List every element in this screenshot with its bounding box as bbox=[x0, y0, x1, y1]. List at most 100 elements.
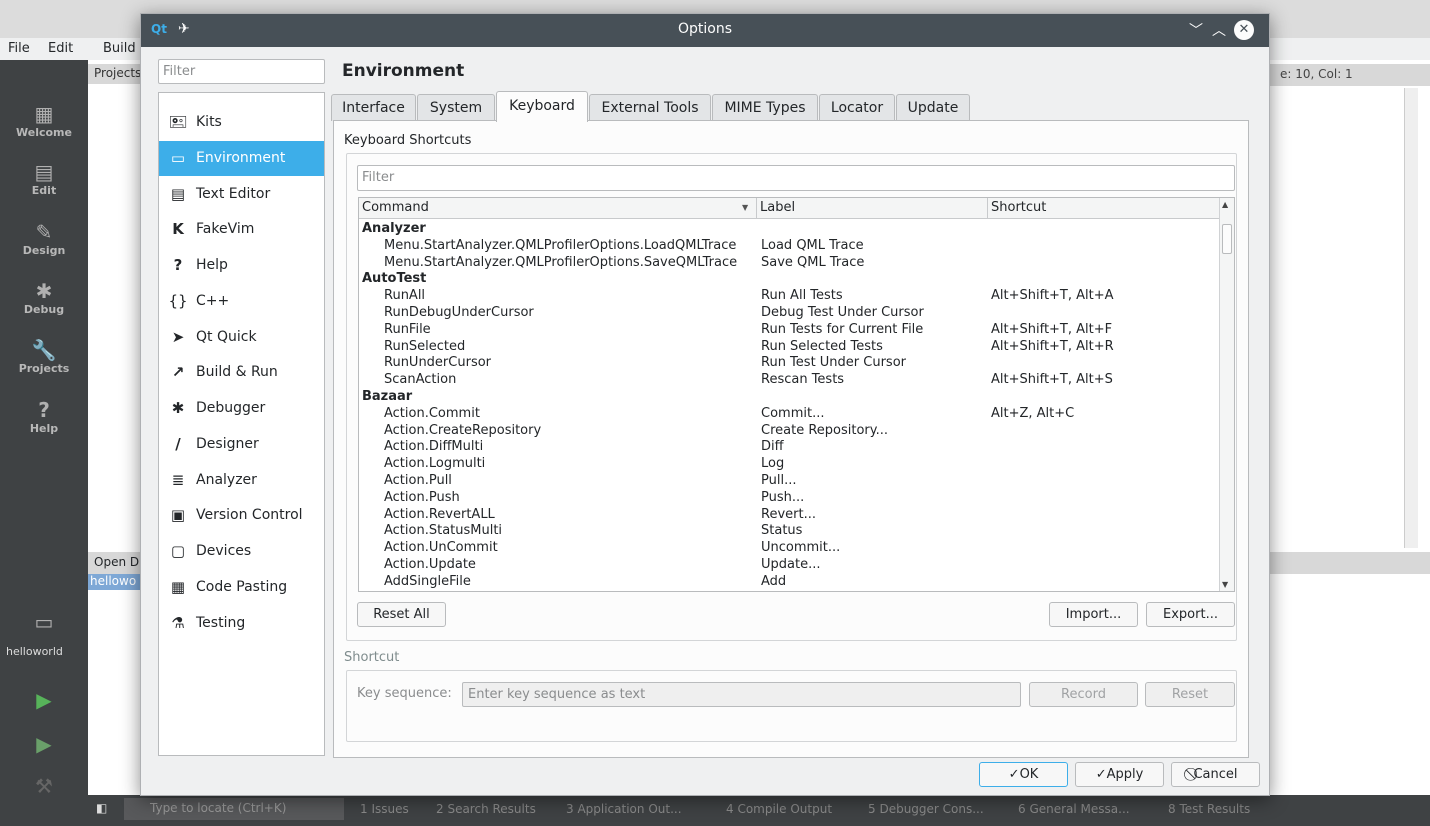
category-qt-quick[interactable]: ➤ Qt Quick bbox=[159, 320, 324, 355]
table-row[interactable]: AddSingleFile Add bbox=[359, 573, 1219, 590]
tree-group-row[interactable]: AutoTest bbox=[359, 270, 1219, 287]
category-fakevim[interactable]: K FakeVim bbox=[159, 212, 324, 247]
mode-debug[interactable]: ✱ Debug bbox=[0, 279, 88, 316]
table-row[interactable]: Action.StatusMulti Status bbox=[359, 522, 1219, 539]
category-cpp[interactable]: {} C++ bbox=[159, 284, 324, 319]
table-row[interactable]: Action.CreateRepository Create Repository… bbox=[359, 422, 1219, 439]
output-tab-issues[interactable]: 1 Issues bbox=[360, 802, 409, 816]
scrollbar-thumb[interactable] bbox=[1222, 224, 1232, 254]
category-environment[interactable]: ▭ Environment bbox=[159, 141, 324, 176]
table-row[interactable]: RunUnderCursor Run Test Under Cursor bbox=[359, 354, 1219, 371]
apply-button[interactable]: ✓Apply bbox=[1075, 762, 1164, 787]
tab-external-tools[interactable]: External Tools bbox=[589, 94, 711, 121]
table-row[interactable]: Action.Pull Pull... bbox=[359, 472, 1219, 489]
cursor-position-info: e: 10, Col: 1 bbox=[1262, 64, 1430, 86]
output-tab-general[interactable]: 6 General Messa... bbox=[1018, 802, 1130, 816]
category-build-run[interactable]: ↗ Build & Run bbox=[159, 355, 324, 390]
table-row[interactable]: ScanAction Rescan Tests Alt+Shift+T, Alt+S bbox=[359, 371, 1219, 388]
table-row[interactable]: Action.DiffMulti Diff bbox=[359, 438, 1219, 455]
category-devices[interactable]: ▢ Devices bbox=[159, 534, 324, 569]
table-row[interactable]: Action.Update Update... bbox=[359, 556, 1219, 573]
tab-update[interactable]: Update bbox=[896, 94, 970, 121]
mode-edit[interactable]: ▤ Edit bbox=[0, 160, 88, 197]
reset-button[interactable]: Reset bbox=[1145, 682, 1235, 707]
import-button[interactable]: Import... bbox=[1049, 602, 1138, 627]
category-testing[interactable]: ⚗ Testing bbox=[159, 606, 324, 641]
category-analyzer[interactable]: ≣ Analyzer bbox=[159, 463, 324, 498]
ok-button[interactable]: ✓OK bbox=[979, 762, 1068, 787]
table-row[interactable]: Action.Push Push... bbox=[359, 489, 1219, 506]
maximize-icon[interactable]: ︿ bbox=[1212, 20, 1226, 40]
mode-projects[interactable]: 🔧 Projects bbox=[0, 338, 88, 375]
table-row[interactable]: RunAll Run All Tests Alt+Shift+T, Alt+A bbox=[359, 287, 1219, 304]
close-icon[interactable]: ✕ bbox=[1234, 20, 1254, 40]
tree-group-row[interactable]: Analyzer bbox=[359, 220, 1219, 237]
record-button[interactable]: Record bbox=[1029, 682, 1138, 707]
table-row[interactable]: Menu.StartAnalyzer.QMLProfilerOptions.Lo… bbox=[359, 237, 1219, 254]
tree-group-row[interactable]: Bazaar bbox=[359, 388, 1219, 405]
build-button[interactable]: ⚒ bbox=[0, 774, 88, 798]
category-designer[interactable]: / Designer bbox=[159, 427, 324, 462]
mode-selector: ▦ Welcome ▤ Edit ✎ Design ✱ Debug 🔧 Projects … bbox=[0, 60, 88, 826]
category-kits[interactable]: 🖭 Kits bbox=[159, 105, 324, 140]
mode-design[interactable]: ✎ Design bbox=[0, 220, 88, 257]
flask-icon: ⚗ bbox=[171, 614, 185, 632]
column-divider[interactable] bbox=[756, 198, 757, 219]
kit-selector[interactable]: ▭ bbox=[0, 610, 88, 634]
analyzer-icon: ≣ bbox=[171, 471, 185, 489]
menu-build[interactable]: Build bbox=[103, 41, 136, 56]
label-cell: Revert... bbox=[761, 507, 816, 522]
table-row[interactable]: Action.RevertALL Revert... bbox=[359, 506, 1219, 523]
open-document-item[interactable]: hellowo bbox=[88, 574, 148, 590]
debug-run-button[interactable]: ▶ bbox=[0, 732, 88, 756]
tree-scrollbar[interactable]: ▲ ▼ bbox=[1219, 198, 1234, 591]
mode-help[interactable]: ? Help bbox=[0, 398, 88, 435]
table-row[interactable]: RunFile Run Tests for Current File Alt+Shi… bbox=[359, 321, 1219, 338]
category-filter-input[interactable]: Filter bbox=[158, 59, 325, 84]
editor-scrollbar[interactable] bbox=[1404, 88, 1418, 548]
tab-interface[interactable]: Interface bbox=[331, 94, 416, 121]
table-row[interactable]: RunSelected Run Selected Tests Alt+Shift+T… bbox=[359, 338, 1219, 355]
reset-all-button[interactable]: Reset All bbox=[357, 602, 446, 627]
toggle-sidebar-icon[interactable]: ◧ bbox=[96, 801, 107, 815]
output-tab-tests[interactable]: 8 Test Results bbox=[1168, 802, 1250, 816]
minimize-icon[interactable]: ﹀ bbox=[1189, 20, 1203, 40]
dialog-title: Options bbox=[677, 21, 733, 37]
menu-edit[interactable]: Edit bbox=[48, 41, 73, 56]
table-row[interactable]: Action.UnCommit Uncommit... bbox=[359, 539, 1219, 556]
table-row[interactable]: Action.Logmulti Log bbox=[359, 455, 1219, 472]
run-button[interactable]: ▶ bbox=[0, 688, 88, 712]
category-help[interactable]: ? Help bbox=[159, 248, 324, 283]
label-cell: Run All Tests bbox=[761, 288, 843, 303]
scroll-up-icon[interactable]: ▲ bbox=[1222, 200, 1228, 209]
column-command[interactable]: Command bbox=[362, 200, 429, 215]
table-row[interactable]: Action.Commit Commit... Alt+Z, Alt+C bbox=[359, 405, 1219, 422]
tab-keyboard[interactable]: Keyboard bbox=[496, 91, 588, 122]
table-row[interactable]: Menu.StartAnalyzer.QMLProfilerOptions.Sa… bbox=[359, 254, 1219, 271]
locator-input[interactable]: Type to locate (Ctrl+K) bbox=[124, 798, 344, 820]
table-row[interactable]: RunDebugUnderCursor Debug Test Under Curs… bbox=[359, 304, 1219, 321]
column-label[interactable]: Label bbox=[760, 200, 795, 215]
output-pane-header bbox=[1262, 552, 1430, 574]
category-text-editor[interactable]: ▤ Text Editor bbox=[159, 177, 324, 212]
output-tab-debugger[interactable]: 5 Debugger Cons... bbox=[868, 802, 984, 816]
mode-welcome[interactable]: ▦ Welcome bbox=[0, 102, 88, 139]
shortcut-filter-input[interactable]: Filter bbox=[357, 165, 1235, 191]
output-tab-compile[interactable]: 4 Compile Output bbox=[726, 802, 832, 816]
tab-mime-types[interactable]: MIME Types bbox=[712, 94, 818, 121]
key-sequence-input[interactable]: Enter key sequence as text bbox=[462, 682, 1021, 707]
output-tab-search[interactable]: 2 Search Results bbox=[436, 802, 536, 816]
kit-label[interactable]: helloworld bbox=[6, 645, 63, 658]
category-debugger[interactable]: ✱ Debugger bbox=[159, 391, 324, 426]
column-divider[interactable] bbox=[987, 198, 988, 219]
tab-system[interactable]: System bbox=[417, 94, 495, 121]
scroll-down-icon[interactable]: ▼ bbox=[1222, 580, 1228, 589]
category-version-control[interactable]: ▣ Version Control bbox=[159, 498, 324, 533]
export-button[interactable]: Export... bbox=[1146, 602, 1235, 627]
tab-locator[interactable]: Locator bbox=[819, 94, 895, 121]
cancel-button[interactable]: ⃠Cancel bbox=[1171, 762, 1260, 787]
menu-file[interactable]: File bbox=[8, 41, 30, 56]
category-code-pasting[interactable]: ▦ Code Pasting bbox=[159, 570, 324, 605]
column-shortcut[interactable]: Shortcut bbox=[991, 200, 1046, 215]
output-tab-app-output[interactable]: 3 Application Out... bbox=[566, 802, 682, 816]
